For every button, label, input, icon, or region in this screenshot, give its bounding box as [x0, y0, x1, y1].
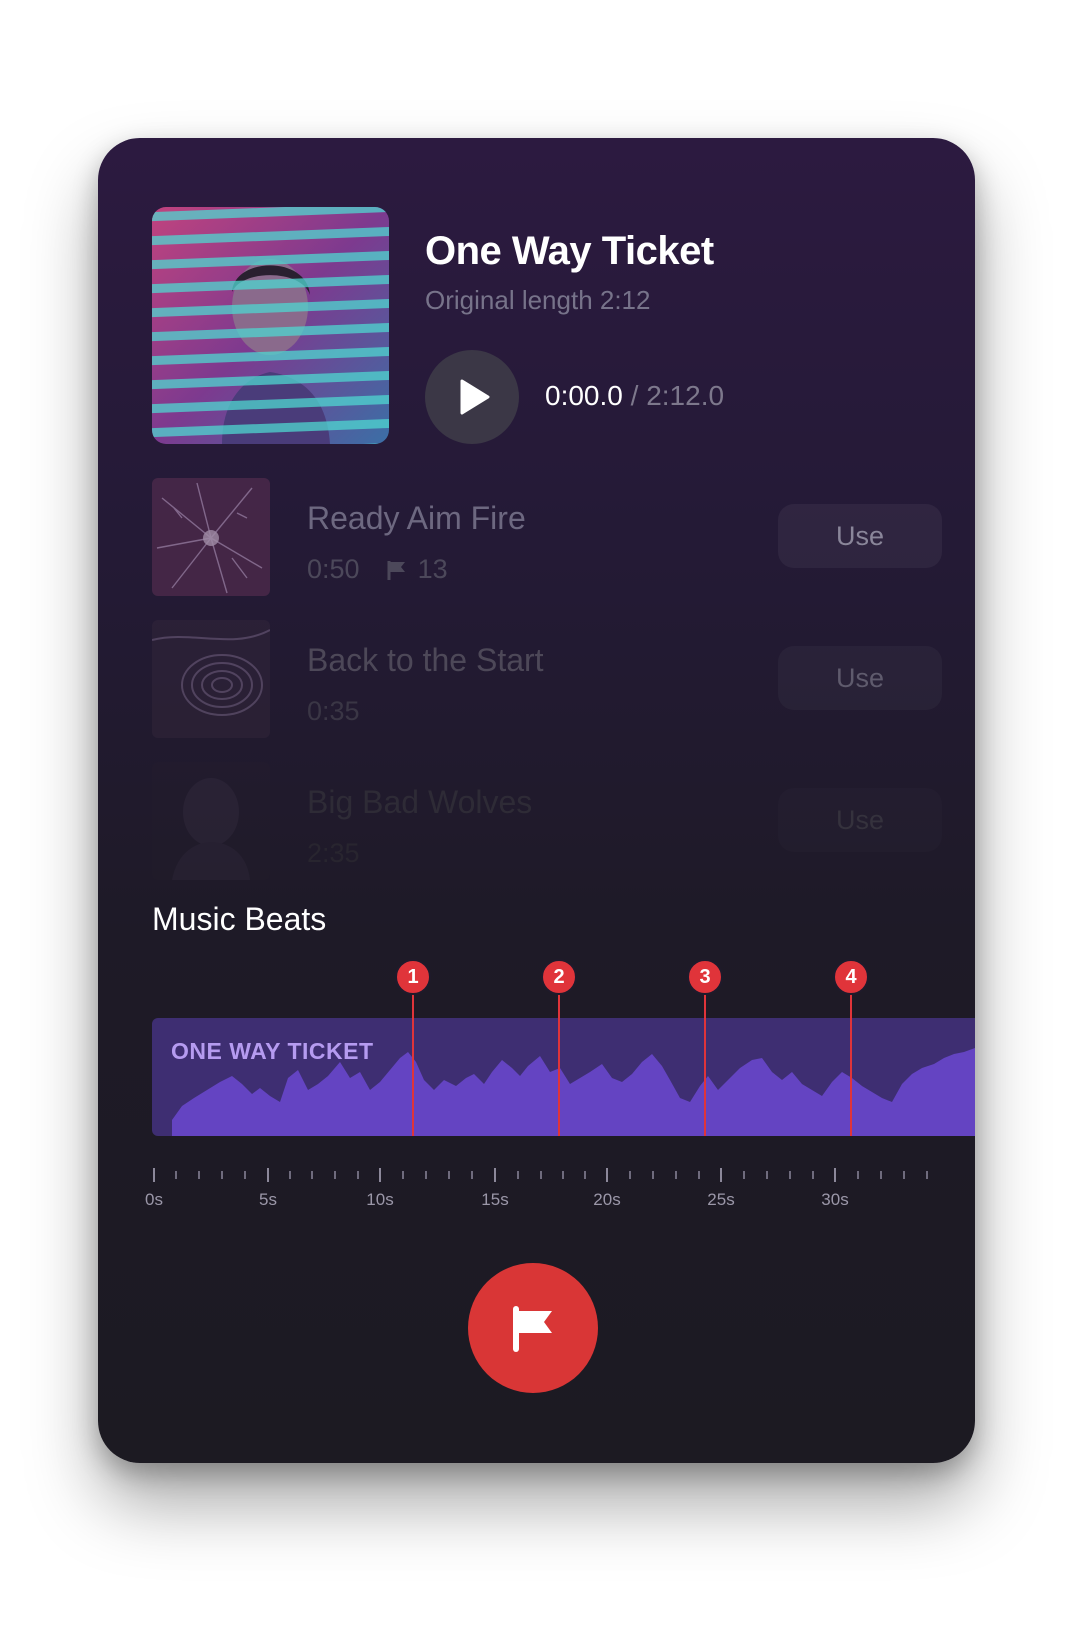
ruler-tick — [743, 1171, 745, 1179]
time-ruler: 0s 5s 10s 15s 20s 25s 30s — [98, 1168, 975, 1228]
track-name: Back to the Start — [307, 642, 544, 678]
album-cover — [152, 207, 389, 444]
ruler-label: 25s — [707, 1190, 735, 1209]
ruler-tick — [652, 1171, 654, 1179]
app-card: One Way Ticket Original length 2:12 0:00… — [98, 138, 975, 1463]
ruler-tick — [584, 1171, 586, 1179]
add-beat-button[interactable] — [468, 1263, 598, 1393]
ruler-tick — [834, 1168, 836, 1182]
ruler-label: 30s — [821, 1190, 849, 1209]
playback-time: 0:00.0 / 2:12.0 — [545, 380, 724, 412]
ruler-tick — [540, 1171, 542, 1179]
time-separator: / — [630, 380, 639, 411]
waveform-label: ONE WAY TICKET — [171, 1038, 374, 1064]
ruler-tick — [857, 1171, 859, 1179]
ruler-tick — [289, 1171, 291, 1179]
track-thumbnail — [152, 478, 270, 596]
beat-marker-4[interactable]: 4 — [833, 959, 869, 995]
waveform-graph — [172, 1048, 975, 1136]
use-button[interactable]: Use — [778, 646, 942, 710]
ruler-tick — [334, 1171, 336, 1179]
ruler-tick — [175, 1171, 177, 1179]
ruler-tick — [720, 1168, 722, 1182]
ruler-tick — [926, 1171, 928, 1179]
play-button[interactable] — [425, 350, 519, 444]
ruler-tick — [471, 1171, 473, 1179]
ruler-tick — [221, 1171, 223, 1179]
list-item[interactable]: Ready Aim Fire 0:50 13 Use — [152, 478, 942, 596]
ruler-tick — [379, 1168, 381, 1182]
ruler-label: 5s — [259, 1190, 277, 1209]
ruler-tick — [425, 1171, 427, 1179]
ruler-tick — [517, 1171, 519, 1179]
ruler-tick — [357, 1171, 359, 1179]
track-meta: 2:35 — [307, 838, 360, 869]
track-thumbnail — [152, 620, 270, 738]
ruler-tick — [789, 1171, 791, 1179]
waveform[interactable]: ONE WAY TICKET — [152, 1018, 975, 1136]
ruler-label: 10s — [366, 1190, 394, 1209]
ruler-tick — [267, 1168, 269, 1182]
beat-marker-2[interactable]: 2 — [541, 959, 577, 995]
beat-marker-1[interactable]: 1 — [395, 959, 431, 995]
ruler-tick — [448, 1171, 450, 1179]
use-button[interactable]: Use — [778, 788, 942, 852]
current-time: 0:00.0 — [545, 380, 623, 411]
flag-icon — [513, 1306, 552, 1352]
ruler-label: 15s — [481, 1190, 509, 1209]
ruler-tick — [629, 1171, 631, 1179]
use-button[interactable]: Use — [778, 504, 942, 568]
section-title: Music Beats — [152, 901, 327, 937]
play-icon — [460, 379, 490, 415]
track-name: Big Bad Wolves — [307, 784, 533, 820]
beat-count: 13 — [386, 554, 448, 585]
ruler-tick — [494, 1168, 496, 1182]
track-duration: 0:50 — [307, 554, 360, 584]
ruler-tick — [198, 1171, 200, 1179]
track-duration: 2:35 — [307, 838, 360, 868]
original-length: Original length 2:12 — [425, 285, 651, 315]
track-meta: 0:35 — [307, 696, 360, 727]
track-title: One Way Ticket — [425, 229, 714, 273]
ruler-tick — [153, 1168, 155, 1182]
track-meta: 0:50 13 — [307, 554, 448, 585]
ruler-label: 20s — [593, 1190, 621, 1209]
ruler-tick — [880, 1171, 882, 1179]
total-time: 2:12.0 — [646, 380, 725, 411]
ruler-tick — [244, 1171, 246, 1179]
ruler-tick — [562, 1171, 564, 1179]
ruler-label: 0s — [145, 1190, 163, 1209]
beat-count-value: 13 — [417, 554, 448, 584]
ruler-tick — [402, 1171, 404, 1179]
beat-marker-3[interactable]: 3 — [687, 959, 723, 995]
list-item[interactable]: Big Bad Wolves 2:35 Use — [152, 762, 942, 880]
flag-icon — [387, 560, 405, 580]
ruler-tick — [311, 1171, 313, 1179]
ruler-tick — [698, 1171, 700, 1179]
ruler-tick — [606, 1168, 608, 1182]
ruler-tick — [903, 1171, 905, 1179]
ruler-tick — [812, 1171, 814, 1179]
ruler-tick — [766, 1171, 768, 1179]
list-item[interactable]: Back to the Start 0:35 Use — [152, 620, 942, 738]
track-name: Ready Aim Fire — [307, 500, 526, 536]
track-thumbnail — [152, 762, 270, 880]
track-duration: 0:35 — [307, 696, 360, 726]
ruler-tick — [675, 1171, 677, 1179]
